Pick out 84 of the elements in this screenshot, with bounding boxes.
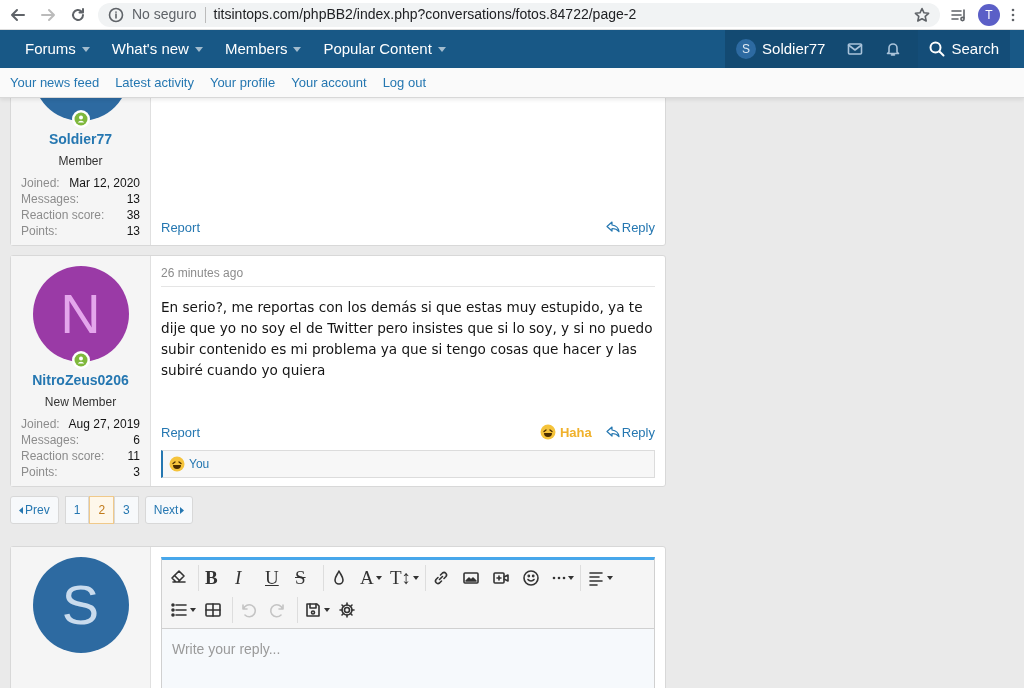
stat-value: 13 [126,223,140,239]
table-icon [204,601,222,619]
user-title: New Member [44,394,117,411]
stat-value: 3 [133,464,140,480]
font-size-button[interactable]: T↕ [386,564,424,592]
url-text: titsintops.com/phpBB2/index.php?conversations/fotos.84722/page-2 [213,5,637,24]
laughing-emoji-icon [169,456,185,472]
caret-left-icon [19,506,23,514]
video-camera-icon [492,569,511,587]
nav-link[interactable]: What's new [100,30,214,68]
username-label: Soldier77 [762,38,826,59]
nav-link[interactable]: Popular Content [312,30,457,68]
search-icon [929,41,946,57]
stat-label: Joined: [21,416,60,432]
font-button[interactable]: A [356,564,386,592]
subnav-link[interactable]: Your news feed [10,72,100,93]
stat-value: Mar 12, 2020 [69,175,140,191]
envelope-icon [847,42,864,56]
more-menu-icon[interactable] [1010,6,1016,23]
user-title: Member [58,153,103,170]
bullet-list-icon [170,601,188,619]
reply-arrow-icon [605,426,620,439]
reply-input[interactable]: Write your reply... [162,629,654,688]
strikethrough-button[interactable]: S [291,564,321,592]
address-bar[interactable]: No seguro titsintops.com/phpBB2/index.php?conversations/fotos.84722/page-2 [98,2,940,27]
bold-button[interactable]: B [201,564,231,592]
page-link[interactable]: 3 [114,496,139,524]
stat-label: Messages: [21,191,80,207]
italic-button[interactable]: I [231,564,261,592]
media-queue-icon[interactable] [950,6,968,23]
stat-value: 13 [126,191,140,207]
subnav-link[interactable]: Log out [382,72,426,93]
info-icon [108,6,124,23]
underline-button[interactable]: U [261,564,291,592]
star-icon[interactable] [914,6,930,23]
report-link[interactable]: Report [161,217,201,237]
stat-label: Joined: [21,175,60,191]
stat-label: Points: [21,223,58,239]
account-link[interactable]: S Soldier77 [725,30,837,68]
reply-link[interactable]: Reply [605,422,655,442]
subnav-link[interactable]: Your profile [209,72,276,93]
user-avatar[interactable]: N [32,266,129,362]
user-avatar[interactable]: S [32,557,129,653]
gear-icon [338,601,356,619]
security-label: No seguro [132,5,197,24]
username-link[interactable]: Soldier77 [49,129,112,150]
nav-link[interactable]: Forums [14,30,101,68]
laughing-emoji-icon [539,424,556,441]
smiley-icon [522,569,541,587]
image-icon [462,569,481,587]
stat-value: 6 [133,432,140,448]
reply-link[interactable]: Reply [605,217,655,237]
page-link[interactable]: 1 [64,496,90,524]
post-timestamp: 26 minutes ago [161,264,655,287]
forward-arrow-icon [40,6,56,23]
align-left-icon [587,569,606,587]
back-arrow-icon [10,6,26,23]
report-link[interactable]: Report [161,422,201,442]
reload-icon [70,6,86,23]
user-avatar: S [736,39,757,59]
stat-value: 11 [127,448,140,464]
caret-right-icon [180,506,185,514]
profile-avatar[interactable]: T [978,3,1000,26]
stat-label: Messages: [21,432,80,448]
post-message: En serio?, me reportas con los demás si que estas muy estupido, ya te dije que yo no soy el de Twitter pero insistes que si lo soy, y si no puedo subir contenido es mi problema ya que si tengo cosas que hacer y las subiré cuando yo quiera [161,298,654,380]
bell-icon [885,41,902,57]
stat-value: Aug 27, 2019 [68,416,140,432]
stat-value: 38 [126,207,140,223]
page-link[interactable]: 2 [89,496,115,524]
nav-link[interactable]: Members [213,30,313,68]
stat-label: Reaction score: [21,448,105,464]
redo-icon [269,601,287,619]
ellipsis-icon [552,576,567,580]
next-page-button[interactable]: Next [144,496,194,524]
username-link[interactable]: NitroZeus0206 [32,370,129,391]
subnav-link[interactable]: Your account [291,72,367,93]
stat-label: Points: [21,464,58,480]
subnav-link[interactable]: Latest activity [115,72,194,93]
reactions-summary[interactable]: You [161,450,655,478]
reply-arrow-icon [605,221,620,234]
prev-page-button[interactable]: Prev [10,496,59,524]
stat-label: Reaction score: [21,207,105,223]
undo-icon [239,601,257,619]
search-button[interactable]: Search [918,30,1010,68]
